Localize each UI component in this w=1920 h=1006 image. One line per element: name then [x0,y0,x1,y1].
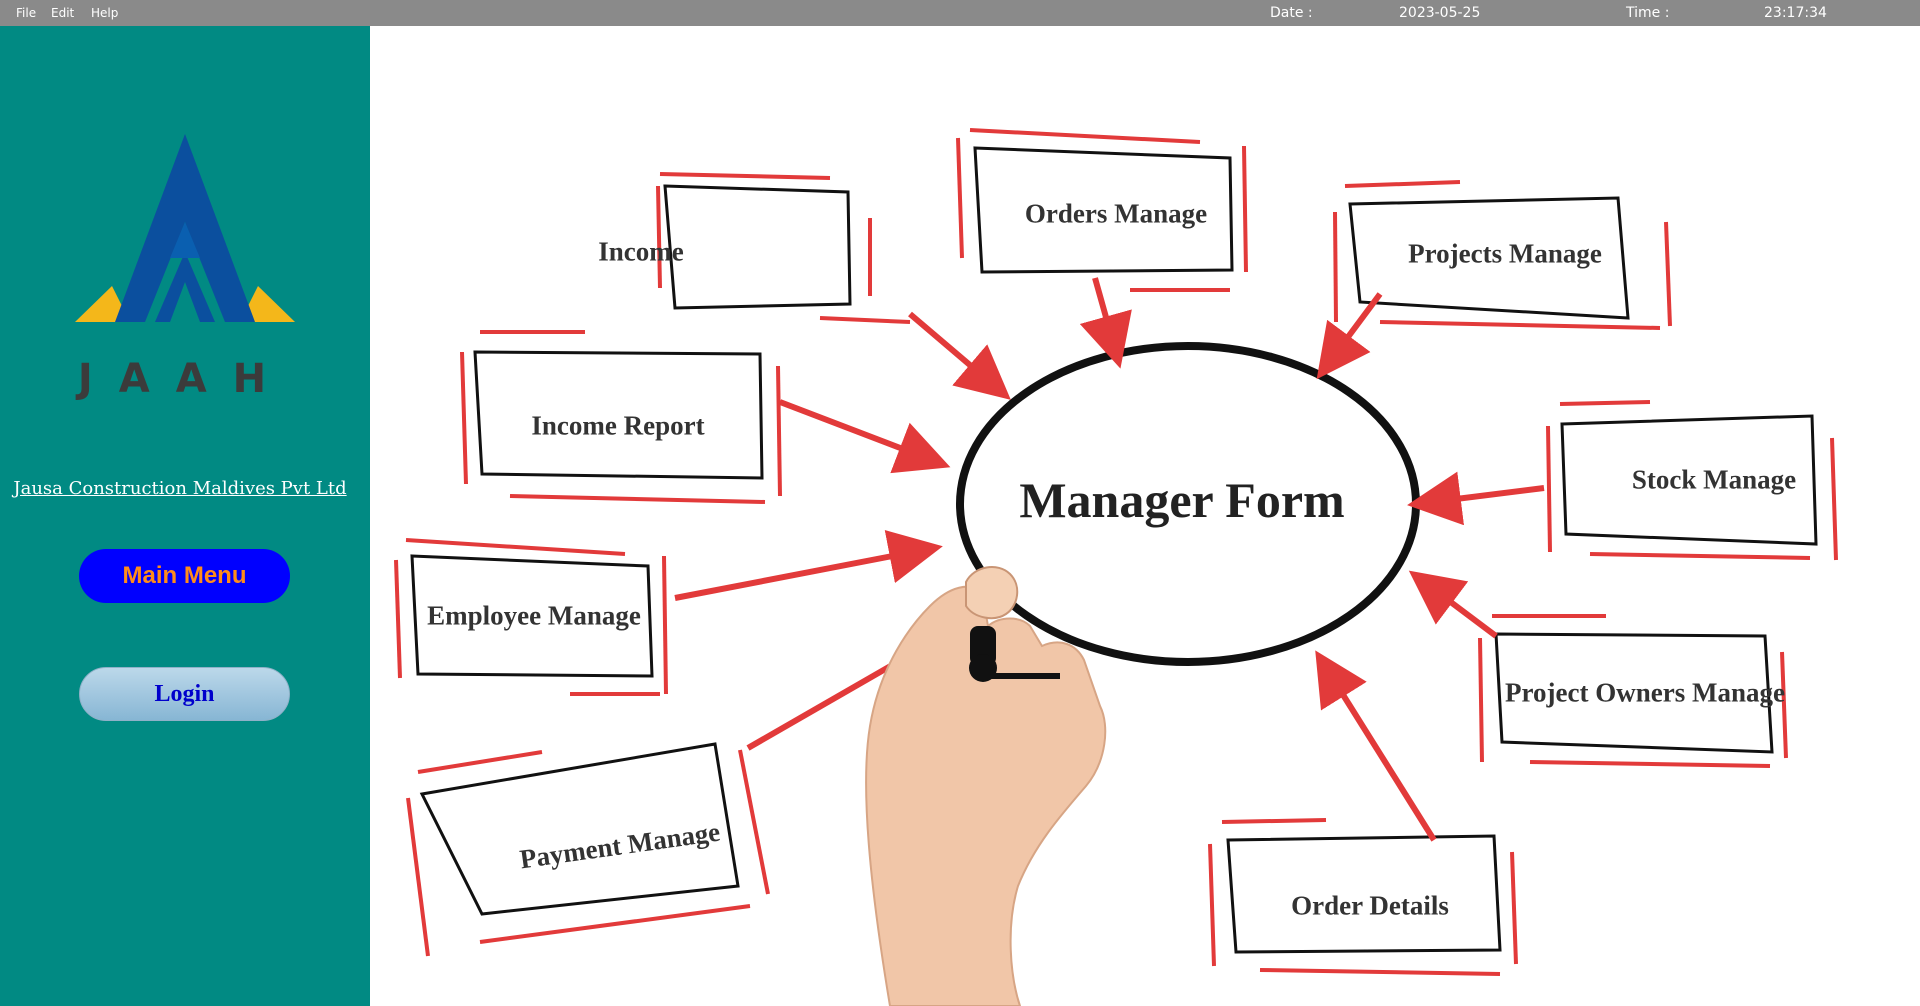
hand-illustration [865,566,1107,1006]
menu-help[interactable]: Help [91,6,118,20]
menu-file[interactable]: File [16,6,36,20]
date-label: Date : [1270,5,1313,21]
manager-form-title: Manager Form [1019,472,1345,528]
main-panel: Income Orders Manage Projects Manage Inc… [370,26,1920,1006]
company-logo: JAAH [75,134,295,402]
main-menu-button[interactable]: Main Menu [79,549,290,603]
company-name[interactable]: Jausa Construction Maldives Pvt Ltd [0,478,360,499]
arrows [674,277,1545,842]
login-button[interactable]: Login [79,667,290,721]
node-project-owners-manage[interactable]: Project Owners Manage [1505,678,1785,709]
node-order-details[interactable]: Order Details [1291,891,1449,922]
node-orders-manage[interactable]: Orders Manage [1025,199,1207,230]
logo-text: JAAH [75,356,292,402]
time-label: Time : [1626,5,1670,21]
node-income[interactable]: Income [598,237,683,268]
top-bar: File Edit Help Date : 2023-05-25 Time : … [0,0,1920,26]
date-value: 2023-05-25 [1399,5,1481,21]
node-income-report[interactable]: Income Report [531,411,704,442]
sidebar: JAAH Jausa Construction Maldives Pvt Ltd… [0,26,370,1006]
node-box-income [656,172,911,324]
node-employee-manage[interactable]: Employee Manage [427,601,641,632]
time-value: 23:17:34 [1764,5,1827,21]
node-projects-manage[interactable]: Projects Manage [1408,239,1602,270]
node-stock-manage[interactable]: Stock Manage [1632,465,1796,496]
menu-edit[interactable]: Edit [51,6,74,20]
